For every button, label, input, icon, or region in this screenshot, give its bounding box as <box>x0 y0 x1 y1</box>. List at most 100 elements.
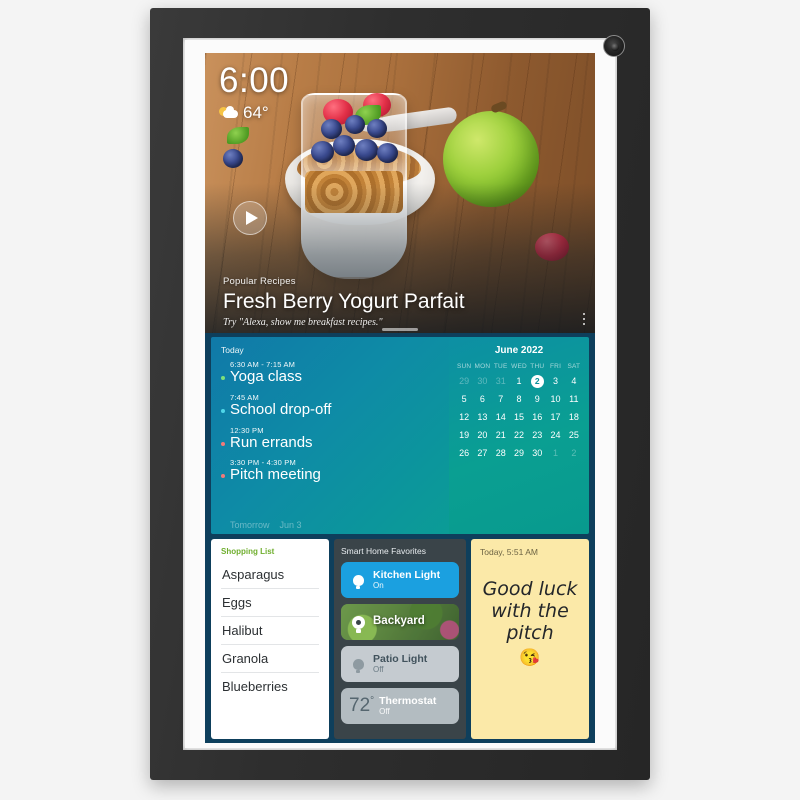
calendar-day[interactable]: 21 <box>492 429 510 442</box>
calendar-day-number: 10 <box>550 394 561 404</box>
tile-state: On <box>373 581 384 591</box>
calendar-day[interactable]: 18 <box>565 411 583 424</box>
photo-blueberry <box>333 135 355 156</box>
calendar-day-number: 4 <box>571 376 577 386</box>
calendar-day[interactable]: 24 <box>546 429 564 442</box>
calendar-day[interactable]: 19 <box>455 429 473 442</box>
calendar-day[interactable]: 25 <box>565 429 583 442</box>
alexa-hint: Try "Alexa, show me breakfast recipes." <box>223 317 383 328</box>
calendar-day[interactable]: 20 <box>473 429 491 442</box>
recipe-hero-card[interactable]: 6:00 64° Popular Recipes Fresh Berry Yog… <box>205 53 595 333</box>
shopping-list-item[interactable]: Asparagus <box>221 561 319 589</box>
shopping-list-item[interactable]: Eggs <box>221 589 319 617</box>
calendar-day[interactable]: 6 <box>473 393 491 406</box>
calendar-day[interactable]: 22 <box>510 429 528 442</box>
smart-home-widget[interactable]: Smart Home Favorites Kitchen Light On Back… <box>334 539 466 739</box>
calendar-day-number: 7 <box>498 394 504 404</box>
thermostat-temp-unit: ° <box>370 695 375 707</box>
calendar-day-number: 31 <box>495 376 506 386</box>
play-icon[interactable] <box>233 201 267 235</box>
tile-text: Thermostat Off <box>379 695 436 717</box>
calendar-dow: THU <box>530 363 545 370</box>
shopping-list-widget[interactable]: Shopping List Asparagus Eggs Halibut Granol… <box>211 539 329 739</box>
calendar-day[interactable]: 30 <box>473 375 491 388</box>
clock-time: 6:00 <box>219 61 290 100</box>
agenda-event[interactable]: 3:30 PM - 4:30 PM Pitch meeting <box>221 458 439 485</box>
calendar-day[interactable]: 26 <box>455 447 473 460</box>
calendar-day-number: 25 <box>568 430 579 440</box>
drag-handle[interactable] <box>382 328 418 331</box>
sticky-note-widget[interactable]: Today, 5:51 AM Good luck with the pitch … <box>471 539 589 739</box>
calendar-day[interactable]: 29 <box>455 375 473 388</box>
calendar-day-number: 2 <box>530 375 544 388</box>
calendar-day[interactable]: 4 <box>565 375 583 388</box>
event-dot <box>221 376 225 380</box>
calendar-day-number: 30 <box>477 376 488 386</box>
photo-blueberry <box>321 119 342 139</box>
calendar-day[interactable]: 13 <box>473 411 491 424</box>
calendar-day[interactable]: 7 <box>492 393 510 406</box>
calendar-day[interactable]: 12 <box>455 411 473 424</box>
calendar-day[interactable]: 31 <box>492 375 510 388</box>
calendar-day-number: 15 <box>513 412 524 422</box>
calendar-day-number: 29 <box>459 376 470 386</box>
clock-widget: 6:00 64° <box>219 63 289 123</box>
calendar-day[interactable]: 5 <box>455 393 473 406</box>
calendar-day[interactable]: 10 <box>546 393 564 406</box>
smart-home-tile[interactable]: Kitchen Light On <box>341 562 459 598</box>
device-screen: 6:00 64° Popular Recipes Fresh Berry Yog… <box>205 53 595 743</box>
calendar-day[interactable]: 8 <box>510 393 528 406</box>
calendar-day[interactable]: 30 <box>528 447 546 460</box>
agenda-event[interactable]: 12:30 PM Run errands <box>221 426 439 453</box>
smart-home-tile[interactable]: 72° Thermostat Off <box>341 688 459 724</box>
calendar-day-number: 18 <box>568 412 579 422</box>
calendar-day[interactable]: 16 <box>528 411 546 424</box>
calendar-day[interactable]: 1 <box>510 375 528 388</box>
smart-home-tile[interactable]: Backyard <box>341 604 459 640</box>
calendar-day[interactable]: 14 <box>492 411 510 424</box>
weather-widget[interactable]: 64° <box>219 103 289 123</box>
note-emoji: 😘 <box>519 647 541 667</box>
screenshot-root: 6:00 64° Popular Recipes Fresh Berry Yog… <box>0 0 800 800</box>
photo-blueberry <box>345 115 365 134</box>
calendar-day-number: 23 <box>532 430 543 440</box>
calendar-day-number: 1 <box>516 376 522 386</box>
calendar-dow: WED <box>511 363 527 370</box>
tile-name: Backyard <box>373 615 425 628</box>
shopping-list-item[interactable]: Granola <box>221 645 319 673</box>
event-name: Yoga class <box>230 368 302 385</box>
calendar-day[interactable]: 29 <box>510 447 528 460</box>
tile-state: Off <box>373 665 384 675</box>
calendar-day[interactable]: 9 <box>528 393 546 406</box>
calendar-day-number: 17 <box>550 412 561 422</box>
calendar-day-number: 2 <box>571 448 577 458</box>
tile-name: Kitchen Light <box>373 569 441 582</box>
calendar-day[interactable]: 17 <box>546 411 564 424</box>
calendar-day[interactable]: 11 <box>565 393 583 406</box>
calendar-day[interactable]: 3 <box>546 375 564 388</box>
calendar-grid: SUN MON TUE WED THU FRI SAT 29 30 31 1 2 3 4 5 6 7 8 9 10 11… <box>455 363 583 460</box>
calendar-day-today[interactable]: 2 <box>528 375 546 388</box>
kebab-menu-icon[interactable] <box>582 312 585 325</box>
calendar-day[interactable]: 23 <box>528 429 546 442</box>
weather-temperature: 64° <box>243 103 269 122</box>
smart-home-tile[interactable]: Patio Light Off <box>341 646 459 682</box>
calendar-day[interactable]: 15 <box>510 411 528 424</box>
calendar-day[interactable]: 2 <box>565 447 583 460</box>
event-dot <box>221 441 225 446</box>
calendar-day[interactable]: 27 <box>473 447 491 460</box>
photo-blueberry <box>223 149 243 168</box>
calendar-day[interactable]: 1 <box>546 447 564 460</box>
calendar-day-number: 14 <box>495 412 506 422</box>
sun-behind-cloud-icon <box>219 106 238 120</box>
shopping-list-item[interactable]: Halibut <box>221 617 319 645</box>
agenda-widget[interactable]: Today 6:30 AM - 7:15 AM Yoga class 7:45 AM… <box>211 337 449 534</box>
agenda-event[interactable]: 6:30 AM - 7:15 AM Yoga class <box>221 360 439 387</box>
calendar-day-number: 26 <box>459 448 470 458</box>
shopping-list-item[interactable]: Blueberries <box>221 673 319 700</box>
agenda-event[interactable]: 7:45 AM School drop-off <box>221 393 439 420</box>
calendar-widget[interactable]: June 2022 SUN MON TUE WED THU FRI SAT 29 30 31 1 2 3… <box>449 337 589 534</box>
calendar-day-number: 21 <box>495 430 506 440</box>
calendar-day[interactable]: 28 <box>492 447 510 460</box>
note-text: Good luck with the pitch <box>482 578 578 644</box>
